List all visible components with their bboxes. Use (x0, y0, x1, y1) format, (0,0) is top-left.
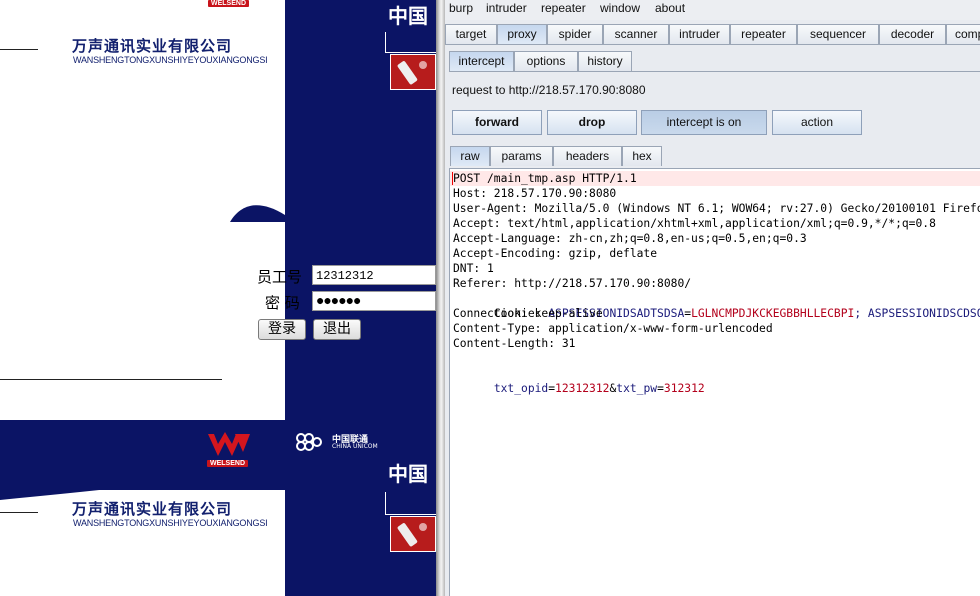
company-name-cn-bottom: 万声通讯实业有限公司 (72, 500, 233, 518)
tab-headers[interactable]: headers (553, 146, 622, 166)
tab-raw[interactable]: raw (450, 146, 490, 166)
dnt-header: DNT: 1 (453, 262, 494, 275)
content-type-header: Content-Type: application/x-www-form-url… (453, 322, 773, 335)
host-header: Host: 218.57.170.90:8080 (453, 187, 617, 200)
welsend-logo: WELSEND (208, 0, 249, 7)
cookie-rest: ; ASPSESSIONIDSCDSQDRB (854, 307, 980, 320)
top-divider-line (0, 49, 38, 50)
tab-intercept[interactable]: intercept (449, 51, 514, 71)
company-name-cn: 万声通讯实业有限公司 (72, 37, 233, 55)
employee-id-label: 员工号 (257, 268, 303, 286)
banner-corner-line-bottom (385, 492, 386, 514)
request-body: txt_opid=12312312&txt_pw=312312 (453, 366, 705, 395)
welsend-logo-large: WELSEND (205, 430, 255, 470)
menu-about[interactable]: about (655, 1, 685, 15)
request-target-url: request to http://218.57.170.90:8080 (452, 83, 646, 97)
burp-menu-bar: burp intruder repeater window about (445, 0, 980, 20)
body-param-opid-name: txt_opid (493, 382, 549, 395)
login-webpage: WELSEND 万声通讯实业有限公司 WANSHENGTONGXUNSHIYEY… (0, 0, 436, 596)
proxy-tabs-baseline (449, 71, 980, 72)
tab-sequencer[interactable]: sequencer (797, 24, 879, 44)
main-tabs-baseline (445, 44, 980, 45)
content-length-header: Content-Length: 31 (453, 337, 576, 350)
china-unicom-logo: 中国联通 CHINA UNICOM (292, 430, 378, 458)
referer-header: Referer: http://218.57.170.90:8080/ (453, 277, 692, 290)
employee-id-input[interactable]: 12312312 (312, 265, 436, 285)
menu-window[interactable]: window (600, 1, 640, 15)
tab-decoder[interactable]: decoder (879, 24, 946, 44)
tab-intruder[interactable]: intruder (669, 24, 730, 44)
login-divider-line (0, 379, 222, 380)
burp-suite-window: burp intruder repeater window about targ… (445, 0, 980, 596)
tab-hex[interactable]: hex (622, 146, 662, 166)
china-vertical-text-bottom: 中国 (388, 462, 428, 486)
accept-header: Accept: text/html,application/xhtml+xml,… (453, 217, 936, 230)
exit-button[interactable]: 退出 (313, 319, 361, 340)
user-agent-header: User-Agent: Mozilla/5.0 (Windows NT 6.1;… (453, 202, 980, 215)
cookie-value: LGLNCMPDJKCKEGBBHLLECBPI (691, 307, 855, 320)
accept-encoding-header: Accept-Encoding: gzip, deflate (453, 247, 658, 260)
tab-scanner[interactable]: scanner (603, 24, 669, 44)
forward-button[interactable]: forward (452, 110, 542, 135)
china-vertical-text: 中国 (388, 4, 428, 28)
menu-burp[interactable]: burp (449, 1, 473, 15)
tab-proxy[interactable]: proxy (497, 24, 547, 44)
request-line: POST /main_tmp.asp HTTP/1.1 (453, 172, 637, 185)
menu-repeater[interactable]: repeater (541, 1, 586, 15)
window-split-divider[interactable] (436, 0, 445, 596)
banner-corner-line-bottom-h (385, 514, 436, 515)
company-name-pinyin-bottom: WANSHENGTONGXUNSHIYEYOUXIANGONGSI (73, 518, 268, 528)
menu-intruder[interactable]: intruder (486, 1, 527, 15)
body-param-opid-value: 12312312 (555, 382, 610, 395)
company-name-pinyin: WANSHENGTONGXUNSHIYEYOUXIANGONGSI (73, 55, 268, 65)
bottom-divider-line (0, 512, 38, 513)
raw-request-editor[interactable]: POST /main_tmp.asp HTTP/1.1 Host: 218.57… (449, 168, 980, 596)
tab-spider[interactable]: spider (547, 24, 603, 44)
drop-button[interactable]: drop (547, 110, 637, 135)
body-eq-2: = (657, 382, 664, 395)
welsend-logo-text: WELSEND (207, 460, 248, 467)
connection-header: Connection: keep-alive (453, 307, 603, 320)
tab-history[interactable]: history (578, 51, 632, 71)
tab-comparer[interactable]: comparer (946, 24, 980, 44)
china-unicom-en: CHINA UNICOM (332, 443, 378, 450)
tab-target[interactable]: target (445, 24, 497, 44)
accept-language-header: Accept-Language: zh-cn,zh;q=0.8,en-us;q=… (453, 232, 807, 245)
body-param-pw-name: txt_pw (616, 382, 658, 395)
phone-promo-image (390, 54, 436, 90)
password-input[interactable]: ●●●●●● (312, 291, 436, 311)
tab-options[interactable]: options (514, 51, 578, 71)
tab-repeater[interactable]: repeater (730, 24, 797, 44)
tab-params[interactable]: params (490, 146, 553, 166)
password-label: 密 码 (265, 294, 300, 312)
cookie-header: Cookie: ASPSESSIONIDSADTSDSA=LGLNCMPDJKC… (453, 291, 980, 320)
banner-corner-line-h (385, 52, 436, 53)
banner-corner-line (385, 32, 386, 52)
phone-promo-image-bottom (390, 516, 436, 552)
login-button[interactable]: 登录 (258, 319, 306, 340)
intercept-toggle-button[interactable]: intercept is on (641, 110, 767, 135)
body-param-pw-value: 312312 (663, 382, 705, 395)
action-button[interactable]: action (772, 110, 862, 135)
china-unicom-knot-icon (296, 433, 322, 451)
